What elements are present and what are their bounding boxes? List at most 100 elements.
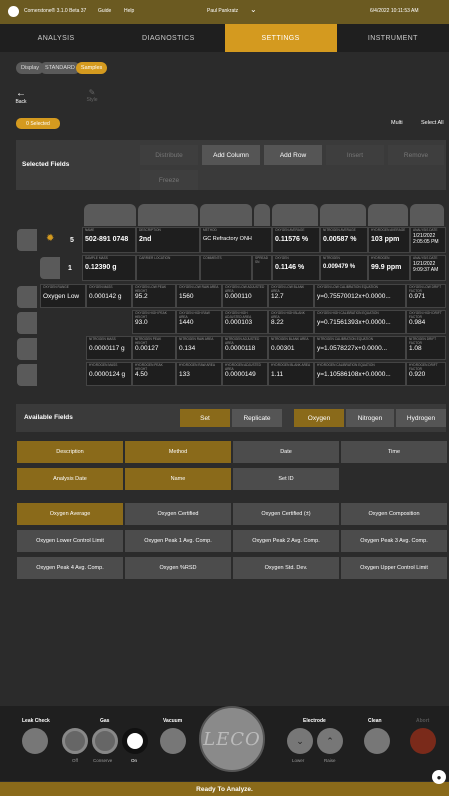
breadcrumb-samples[interactable]: Samples <box>75 62 108 74</box>
field-cell[interactable]: OXYGEN LOW PEAK HEIGHT 95.2 <box>132 284 176 308</box>
column-header[interactable] <box>254 204 270 226</box>
field-description[interactable]: Description <box>17 441 123 463</box>
row-handle[interactable] <box>17 229 37 251</box>
leak-check-button[interactable] <box>22 728 48 754</box>
field-oxygen-average[interactable]: Oxygen Average <box>17 503 123 525</box>
field-cell[interactable]: NITROGEN MASS 0.0000117 g <box>86 336 132 360</box>
field-cell[interactable]: COMMENTS <box>200 255 252 281</box>
field-cell[interactable]: SAMPLE MASS 0.12390 g <box>82 255 136 281</box>
freeze-button[interactable]: Freeze <box>140 170 198 190</box>
field-oxygen-certified[interactable]: Oxygen Certified <box>125 503 231 525</box>
analyze-button[interactable]: LECO <box>199 706 265 772</box>
column-header[interactable] <box>200 204 252 226</box>
field-time[interactable]: Time <box>341 441 447 463</box>
field-cell[interactable]: OXYGEN HIGH PEAK HEIGHT 93.0 <box>132 310 176 334</box>
field-cell[interactable]: OXYGEN AVERAGE 0.11576 % <box>272 227 320 253</box>
gas-on-button[interactable] <box>122 728 148 754</box>
breadcrumb-standard[interactable]: STANDARD <box>40 62 80 74</box>
field-cell[interactable]: OXYGEN LOW RAW AREA 1560 <box>176 284 222 308</box>
field-cell[interactable]: OXYGEN HIGH ADJUSTED AREA 0.000103 <box>222 310 268 334</box>
guide-link[interactable]: Guide <box>98 8 111 14</box>
nitrogen-toggle[interactable]: Nitrogen <box>346 409 394 427</box>
field-cell[interactable]: METHOD GC Refractory ONH <box>200 227 272 253</box>
field-oxygen-peak-4[interactable]: Oxygen Peak 4 Avg. Comp. <box>17 557 123 579</box>
field-cell[interactable]: DESCRIPTION 2nd <box>136 227 200 253</box>
column-header[interactable] <box>272 204 318 226</box>
tab-analysis[interactable]: ANALYSIS <box>0 24 112 52</box>
tab-settings[interactable]: SETTINGS <box>224 24 337 52</box>
field-cell[interactable]: NITROGEN ADJUSTED AREA 0.0000118 <box>222 336 268 360</box>
insert-button[interactable]: Insert <box>326 145 384 165</box>
field-cell[interactable]: OXYGEN RANGE Oxygen Low <box>40 284 86 308</box>
field-cell[interactable]: ANALYSIS DATE 1/21/2022 2:05:05 PM <box>410 227 446 253</box>
field-cell[interactable]: OXYGEN LOW ADJUSTED AREA 0.000110 <box>222 284 268 308</box>
user-chevron-down-icon[interactable]: ⌄ <box>250 5 257 14</box>
multi-button[interactable]: Multi <box>391 120 403 126</box>
style-button[interactable]: ✎ Style <box>72 88 112 103</box>
field-oxygen-peak-1[interactable]: Oxygen Peak 1 Avg. Comp. <box>125 530 231 552</box>
field-cell[interactable]: ANALYSIS DATE 1/21/2022 9:09:37 AM <box>410 255 446 281</box>
field-method[interactable]: Method <box>125 441 231 463</box>
field-oxygen-certified-pm[interactable]: Oxygen Certified (±) <box>233 503 339 525</box>
add-column-button[interactable]: Add Column <box>202 145 260 165</box>
row-handle[interactable] <box>40 257 60 279</box>
add-row-button[interactable]: Add Row <box>264 145 322 165</box>
field-oxygen-std-dev[interactable]: Oxygen Std. Dev. <box>233 557 339 579</box>
field-cell[interactable]: HYDROGEN MASS 0.0000124 g <box>86 362 132 386</box>
field-cell[interactable]: OXYGEN LOW CALIBRATION EQUATION y=0.75570… <box>314 284 406 308</box>
field-cell[interactable]: NITROGEN CALIBRATION EQUATION y=1.0578227… <box>314 336 406 360</box>
field-oxygen-rsd[interactable]: Oxygen %RSD <box>125 557 231 579</box>
field-cell[interactable]: NITROGEN BLANK AREA 0.00301 <box>268 336 314 360</box>
electrode-raise-button[interactable]: ⌃ <box>317 728 343 754</box>
field-name[interactable]: Name <box>125 468 231 490</box>
field-oxygen-peak-3[interactable]: Oxygen Peak 3 Avg. Comp. <box>341 530 447 552</box>
column-header[interactable] <box>410 204 444 226</box>
electrode-lower-button[interactable]: ⌄ <box>287 728 313 754</box>
hydrogen-toggle[interactable]: Hydrogen <box>396 409 446 427</box>
gas-conserve-button[interactable] <box>92 728 118 754</box>
select-all-button[interactable]: Select All <box>421 120 444 126</box>
field-cell[interactable]: HYDROGEN DRIFT FACTOR 0.920 <box>406 362 446 386</box>
tab-instrument[interactable]: INSTRUMENT <box>337 24 449 52</box>
field-oxygen-upper-control-limit[interactable]: Oxygen Upper Control Limit <box>341 557 447 579</box>
remove-button[interactable]: Remove <box>388 145 444 165</box>
bell-icon[interactable]: ● <box>432 770 446 784</box>
field-cell[interactable]: NITROGEN PEAK HEIGHT 0.00127 <box>132 336 176 360</box>
field-cell[interactable]: NITROGEN AVERAGE 0.00587 % <box>320 227 368 253</box>
field-oxygen-peak-2[interactable]: Oxygen Peak 2 Avg. Comp. <box>233 530 339 552</box>
field-cell[interactable]: HYDROGEN CALIBRATION EQUATION y=1.1058610… <box>314 362 406 386</box>
abort-button[interactable] <box>410 728 436 754</box>
column-header[interactable] <box>320 204 366 226</box>
field-cell[interactable]: OXYGEN HIGH CALIBRATION EQUATION y=0.7156… <box>314 310 406 334</box>
row-handle[interactable] <box>17 364 37 386</box>
set-toggle[interactable]: Set <box>180 409 230 427</box>
field-cell[interactable]: OXYGEN LOW DRIFT FACTOR 0.971 <box>406 284 446 308</box>
field-cell[interactable]: HYDROGEN PEAK HEIGHT 4.50 <box>132 362 176 386</box>
field-cell[interactable]: OXYGEN HIGH BLANK AREA 8.22 <box>268 310 314 334</box>
field-cell[interactable]: OXYGEN HIGH RAW AREA 1440 <box>176 310 222 334</box>
field-cell[interactable]: HYDROGEN 99.9 ppm <box>368 255 410 281</box>
field-cell[interactable]: OXYGEN HIGH DRIFT FACTOR 0.984 <box>406 310 446 334</box>
distribute-button[interactable]: Distribute <box>140 145 198 165</box>
help-link[interactable]: Help <box>124 8 134 14</box>
field-cell[interactable]: CARRIER LOCATION <box>136 255 200 281</box>
field-cell[interactable]: NITROGEN 0.009479 % <box>320 255 368 281</box>
field-oxygen-lower-control-limit[interactable]: Oxygen Lower Control Limit <box>17 530 123 552</box>
field-cell[interactable]: NAME 502-891 0748 <box>82 227 136 253</box>
field-cell[interactable]: OXYGEN MASS 0.000142 g <box>86 284 132 308</box>
field-cell[interactable]: HYDROGEN ADJUSTED AREA 0.0000149 <box>222 362 268 386</box>
column-header[interactable] <box>84 204 136 226</box>
field-cell[interactable]: NITROGEN DRIFT FACTOR 1.08 <box>406 336 446 360</box>
row-handle[interactable] <box>17 312 37 334</box>
back-button[interactable]: ← Back <box>8 88 34 105</box>
field-cell[interactable]: OXYGEN LOW BLANK AREA 12.7 <box>268 284 314 308</box>
field-cell[interactable]: SPREAD SN <box>252 255 272 281</box>
clean-button[interactable] <box>364 728 390 754</box>
field-cell[interactable]: HYDROGEN AVERAGE 103 ppm <box>368 227 410 253</box>
row-handle[interactable] <box>17 338 37 360</box>
field-date[interactable]: Date <box>233 441 339 463</box>
user-name[interactable]: Paul Pankratz <box>207 8 238 14</box>
field-cell[interactable]: HYDROGEN RAW AREA 133 <box>176 362 222 386</box>
oxygen-toggle[interactable]: Oxygen <box>294 409 344 427</box>
column-header[interactable] <box>138 204 198 226</box>
